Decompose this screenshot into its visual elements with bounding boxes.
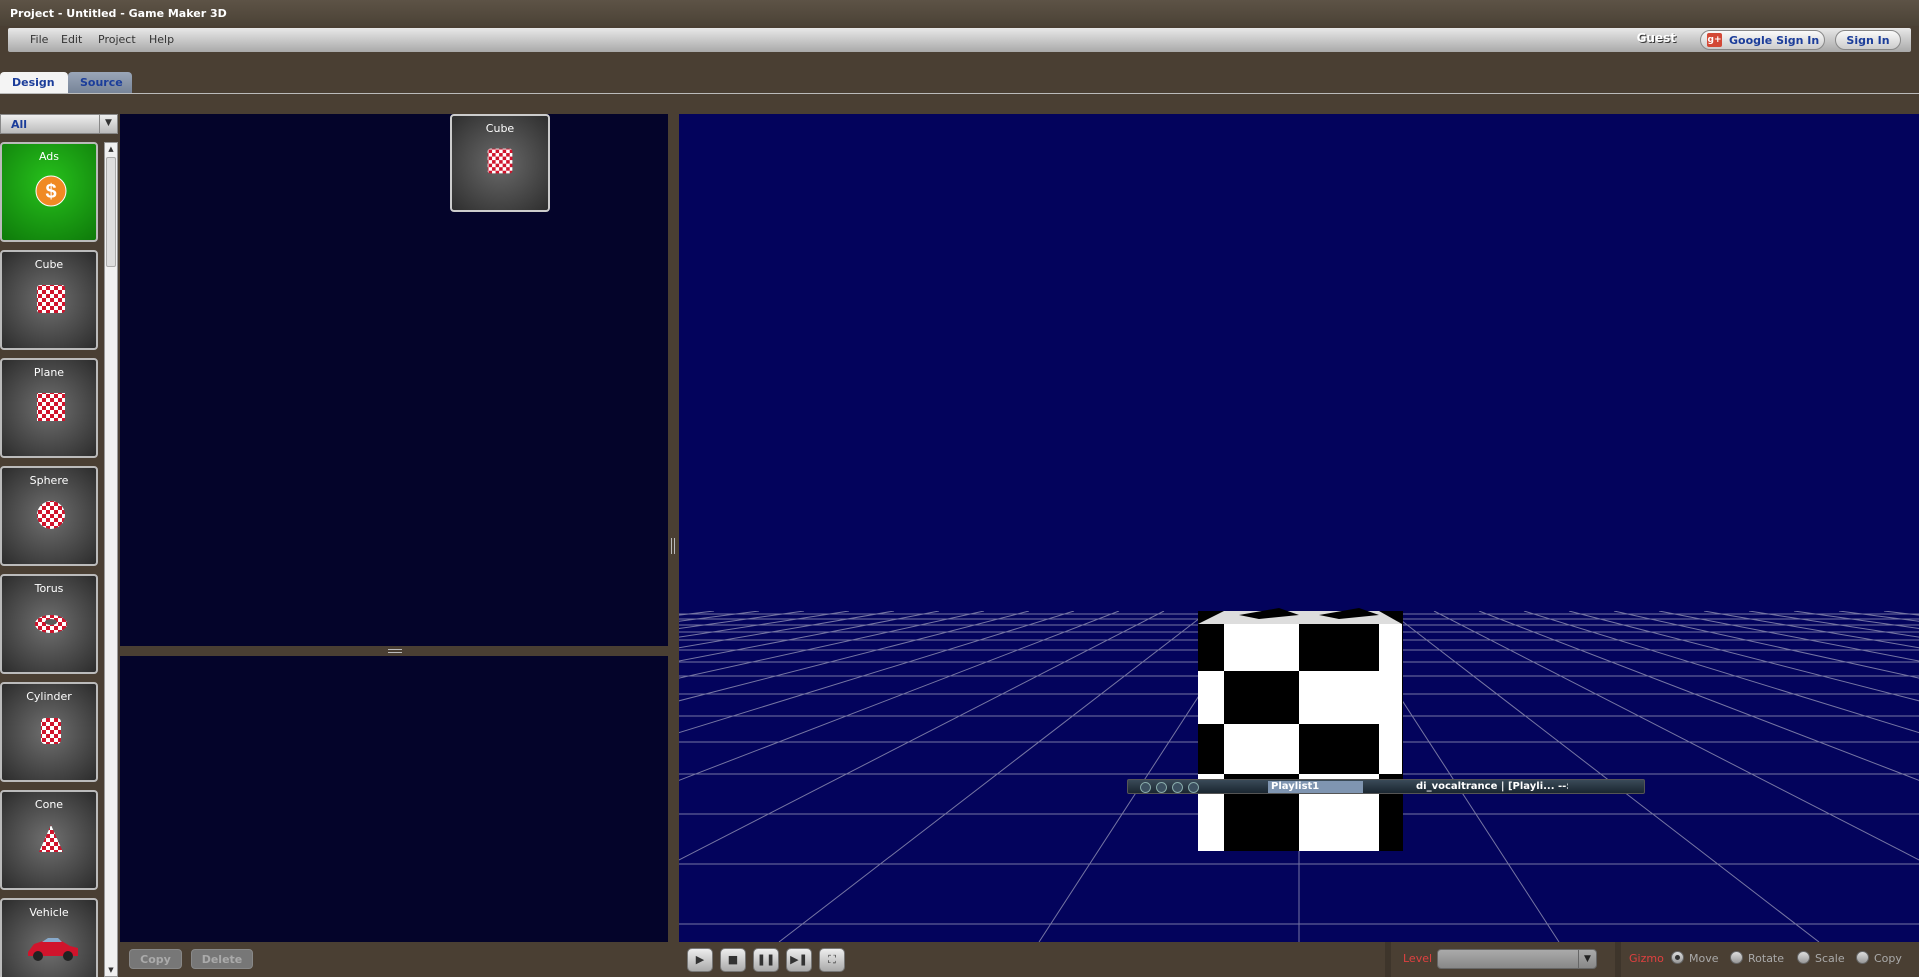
checkered-sphere-icon [37,501,65,529]
palette-item-torus[interactable]: Torus [0,574,98,674]
menu-help[interactable]: Help [149,33,174,46]
scene-object-label: Cube [485,122,515,135]
tab-design[interactable]: Design [0,72,68,93]
scene-object-list: Cube [120,114,668,646]
level-label: Level [1403,952,1433,965]
checkered-cone-icon [39,825,63,852]
gizmo-copy-radio[interactable] [1856,951,1869,964]
palette-item-plane[interactable]: Plane [0,358,98,458]
palette-scrollbar[interactable]: ▲ ▼ [104,142,118,977]
fullscreen-icon[interactable]: ⛶ [819,948,845,972]
scroll-down-icon[interactable]: ▼ [105,964,117,976]
tab-source[interactable]: Source [68,72,132,93]
google-signin-label: Google Sign In [1729,34,1820,47]
app-root: Project - Untitled - Game Maker 3D File … [0,0,1919,977]
signin-button[interactable]: Sign In [1835,30,1901,50]
play-icon[interactable]: ▶ [687,948,713,972]
playlist-name[interactable]: Playlist1 [1268,781,1363,793]
gizmo-copy-label: Copy [1874,952,1902,965]
palette-filter-select[interactable]: All ▼ [0,114,118,134]
pause-icon[interactable]: ❚❚ [753,948,779,972]
properties-panel [120,656,668,942]
google-icon: g+ [1707,33,1722,47]
dollar-coin-icon: $ [35,175,67,207]
guest-label: Guest [1636,31,1676,45]
palette-item-label: Ads [38,150,60,163]
toolbar-separator [1385,942,1391,977]
gizmo-scale-label: Scale [1815,952,1845,965]
gizmo-move-radio[interactable] [1671,951,1684,964]
menu-bar: File Edit Project Help Guest g+ Google S… [8,28,1911,52]
palette-item-label: Cube [34,258,64,271]
next-icon[interactable] [1188,782,1199,793]
menu-project[interactable]: Project [98,33,136,46]
gizmo-scale-radio[interactable] [1797,951,1810,964]
step-icon[interactable]: ▶❚ [786,948,812,972]
checkered-torus-icon [35,615,67,633]
scroll-up-icon[interactable]: ▲ [105,143,117,155]
checkered-cube-icon [487,148,513,174]
toolbar-separator [1615,942,1621,977]
palette-item-label: Cone [34,798,64,811]
gizmo-rotate-label: Rotate [1748,952,1785,965]
palette-item-sphere[interactable]: Sphere [0,466,98,566]
stop-icon[interactable]: ■ [720,948,746,972]
level-selector: Level ▼ [1393,942,1613,977]
palette-list: Ads $ Cube Plane Sphere Torus Cylinder C… [0,142,100,977]
horizontal-splitter[interactable] [120,646,668,656]
pause-icon[interactable] [1172,782,1183,793]
copy-button[interactable]: Copy [129,949,182,969]
red-car-icon [28,938,78,961]
gizmo-rotate-radio[interactable] [1730,951,1743,964]
checkered-cube [1198,608,1403,851]
checkered-cube-icon [37,285,65,313]
palette-item-label: Cylinder [26,690,72,703]
chevron-down-icon[interactable]: ▼ [99,115,117,133]
svg-text:$: $ [45,181,56,203]
google-signin-button[interactable]: g+ Google Sign In [1700,30,1825,50]
palette-item-cone[interactable]: Cone [0,790,98,890]
gizmo-label: Gizmo [1629,952,1664,965]
play-icon[interactable] [1156,782,1167,793]
prev-icon[interactable] [1140,782,1151,793]
menu-file[interactable]: File [30,33,48,46]
grip-icon [671,538,675,554]
palette-item-vehicle[interactable]: Vehicle [0,898,98,977]
media-player-bar[interactable]: Playlist1 di_vocaltrance | [Playli... --… [1127,779,1645,794]
gizmo-move-label: Move [1689,952,1719,965]
viewport-canvas [679,608,1919,942]
scene-viewport[interactable]: Playlist1 di_vocaltrance | [Playli... --… [679,114,1919,942]
scroll-thumb[interactable] [106,157,116,267]
tab-divider [0,93,1919,94]
chevron-down-icon[interactable]: ▼ [1578,950,1596,968]
level-select[interactable]: ▼ [1437,949,1597,969]
palette-item-label: Sphere [29,474,69,487]
palette-item-ads[interactable]: Ads $ [0,142,98,242]
palette-item-label: Plane [33,366,65,379]
palette-item-label: Torus [34,582,64,595]
vertical-splitter[interactable] [668,114,679,977]
palette-item-cube[interactable]: Cube [0,250,98,350]
checkered-plane-icon [37,393,65,421]
scene-object-cube[interactable]: Cube [450,114,550,212]
playback-toolbar: ▶ ■ ❚❚ ▶❚ ⛶ Level ▼ Gizmo Move Rotate Sc… [679,942,1919,977]
checkered-cylinder-icon [41,718,61,744]
now-playing-track: di_vocaltrance | [Playli... --:-- [1416,781,1568,792]
object-actions-bar: Copy Delete [120,942,668,977]
grip-icon [388,649,402,653]
palette-filter-value: All [11,118,28,131]
palette-item-cylinder[interactable]: Cylinder [0,682,98,782]
delete-button[interactable]: Delete [191,949,253,969]
window-title: Project - Untitled - Game Maker 3D [0,0,1919,26]
menu-edit[interactable]: Edit [61,33,82,46]
palette-item-label: Vehicle [29,906,69,919]
